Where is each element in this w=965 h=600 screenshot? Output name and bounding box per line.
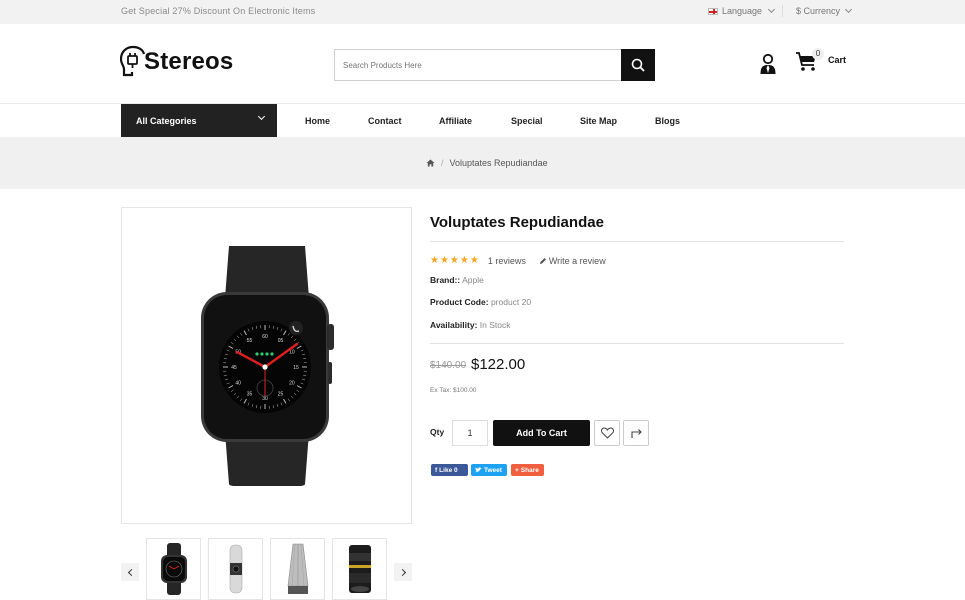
nav-item-contact[interactable]: Contact <box>368 116 402 126</box>
cart-label: Cart <box>828 55 847 65</box>
write-review-label: Write a review <box>548 255 606 266</box>
search-input[interactable] <box>335 50 621 80</box>
promo-text: Get Special 27% Discount On Electronic I… <box>121 6 316 16</box>
watch-face-number: 60 <box>262 334 268 340</box>
language-selector[interactable]: Language <box>708 5 776 16</box>
breadcrumb: / Voluptates Repudiandae <box>426 158 548 168</box>
wishlist-button[interactable] <box>594 420 620 446</box>
all-categories-label: All Categories <box>136 115 197 126</box>
logo[interactable]: Stereos <box>120 45 233 79</box>
availability-label: Availability: <box>430 320 478 330</box>
language-label: Language <box>722 6 763 16</box>
watch-face-number: 45 <box>231 365 237 371</box>
nav-item-site-map[interactable]: Site Map <box>580 116 617 126</box>
heart-icon <box>600 427 614 439</box>
watch-face-number: 05 <box>278 338 284 344</box>
uk-flag-icon <box>708 7 718 15</box>
product-code-value: product 20 <box>490 297 532 307</box>
all-categories-button[interactable]: All Categories <box>121 104 277 137</box>
smartwatch-image: 600510152025303540455055 <box>201 246 334 486</box>
smartwatch-thumb-image <box>160 543 187 595</box>
brand-value[interactable]: Apple <box>462 275 484 285</box>
write-review-link[interactable]: Write a review <box>539 256 606 266</box>
brand-label: Brand:: <box>430 275 461 285</box>
top-bar: Get Special 27% Discount On Electronic I… <box>0 0 965 24</box>
share-button[interactable]: + Share <box>511 464 544 476</box>
thumb-next-button[interactable] <box>394 563 412 581</box>
chevron-down-icon <box>768 5 776 14</box>
product-main-image[interactable]: 600510152025303540455055 <box>121 207 412 524</box>
product-code-row: Product Code: product 20 <box>430 297 531 307</box>
currency-label: $ Currency <box>796 6 841 16</box>
pencil-icon <box>539 257 546 264</box>
thumb-prev-button[interactable] <box>121 563 139 581</box>
watch-face-number: 30 <box>262 396 268 402</box>
camera-lens-thumb-image <box>348 545 371 593</box>
thumbs-up-icon: f <box>435 466 438 474</box>
reviews-link[interactable]: 1 reviews <box>488 256 526 266</box>
tweet-button[interactable]: Tweet <box>471 464 507 476</box>
chevron-down-icon <box>844 5 853 14</box>
product-code-label: Product Code: <box>430 297 489 307</box>
search-icon <box>631 58 645 72</box>
quantity-input[interactable] <box>452 420 488 446</box>
watch-face-number: 35 <box>247 392 253 398</box>
share-label: Share <box>520 466 539 474</box>
old-price: $140.00 <box>430 360 467 371</box>
watch-face-number: 40 <box>235 380 241 386</box>
divider <box>430 241 844 242</box>
nav-item-blogs[interactable]: Blogs <box>655 116 680 126</box>
currency-selector[interactable]: $ Currency <box>796 5 853 16</box>
divider <box>782 5 783 17</box>
thumbnail-watch[interactable] <box>146 538 201 600</box>
availability-row: Availability: In Stock <box>430 320 511 330</box>
cart-button[interactable]: 0 Cart <box>795 48 847 72</box>
watch-face-number: 20 <box>289 380 295 386</box>
nav-item-affiliate[interactable]: Affiliate <box>439 116 472 126</box>
facebook-like-label: Like 0 <box>439 466 458 474</box>
qty-label: Qty <box>430 427 445 437</box>
nav-item-home[interactable]: Home <box>305 116 330 126</box>
share-plus-icon: + <box>515 466 519 474</box>
rating-row: ★★★★★ 1 reviews Write a review <box>430 255 606 266</box>
thumbnail-speaker[interactable] <box>270 538 325 600</box>
home-icon[interactable] <box>426 159 435 167</box>
cart-count-badge: 0 <box>812 48 824 60</box>
nav-item-special[interactable]: Special <box>511 116 543 126</box>
breadcrumb-current[interactable]: Voluptates Repudiandae <box>450 158 548 168</box>
chevron-down-icon <box>257 112 266 121</box>
brand-row: Brand:: Apple <box>430 275 484 285</box>
plug-logo-icon <box>120 45 146 77</box>
watch-face-number: 15 <box>293 365 299 371</box>
search-bar <box>334 49 655 81</box>
facebook-like-button[interactable]: f Like 0 <box>431 464 468 476</box>
chevron-left-icon <box>127 568 135 576</box>
compare-icon <box>630 429 642 438</box>
compare-button[interactable] <box>623 420 649 446</box>
thumbnail-lens[interactable] <box>332 538 387 600</box>
tweet-label: Tweet <box>484 466 502 474</box>
star-rating: ★★★★★ <box>430 255 480 266</box>
page: Get Special 27% Discount On Electronic I… <box>0 0 965 600</box>
user-account-icon[interactable] <box>759 53 777 75</box>
ex-tax-price: Ex Tax: $100.00 <box>430 387 477 394</box>
current-price: $122.00 <box>471 356 526 373</box>
product-title: Voluptates Repudiandae <box>430 214 604 231</box>
divider <box>430 343 844 344</box>
chevron-right-icon <box>398 568 406 576</box>
twitter-bird-icon <box>475 467 482 473</box>
search-button[interactable] <box>621 49 655 81</box>
watch-face-number: 55 <box>247 338 253 344</box>
watch-face-number: 25 <box>278 392 284 398</box>
breadcrumb-separator: / <box>441 158 444 168</box>
security-camera-thumb-image <box>229 544 242 594</box>
availability-value: In Stock <box>479 320 511 330</box>
speaker-thumb-image <box>287 543 308 594</box>
add-to-cart-button[interactable]: Add To Cart <box>493 420 590 446</box>
logo-text: Stereos <box>144 48 234 75</box>
thumbnail-camera[interactable] <box>208 538 263 600</box>
